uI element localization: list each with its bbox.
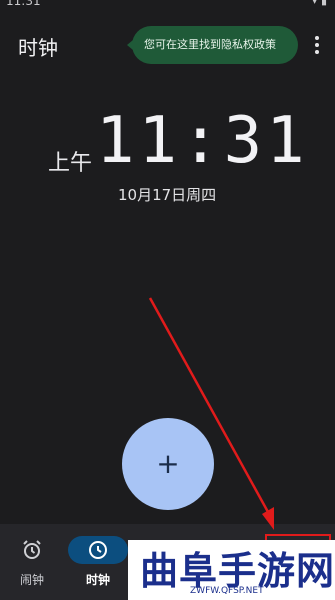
clock-time: 11:31 (96, 104, 309, 178)
watermark-url: ZWFW.QFSP.NET (190, 586, 264, 596)
nav-label-alarm: 闹钟 (19, 573, 44, 587)
alarm-icon (23, 540, 41, 559)
ampm-label: 上午 (48, 151, 93, 176)
more-dot-icon (315, 36, 319, 40)
privacy-tooltip[interactable]: 您可在这里找到隐私权政策 (127, 26, 298, 64)
clock-icon (89, 541, 107, 559)
add-city-button[interactable]: + (122, 418, 214, 510)
nav-item-clock[interactable]: 时钟 (66, 536, 130, 588)
more-dot-icon (315, 50, 319, 54)
clock-date: 10月17日周四 (118, 186, 217, 204)
annotation-arrow (148, 297, 274, 530)
nav-item-alarm[interactable]: 闹钟 (0, 536, 64, 588)
status-time: 11:31 (6, 0, 41, 8)
app-title: 时钟 (18, 36, 58, 60)
status-icons: ▾ ▮ (311, 0, 327, 7)
more-dot-icon (315, 43, 319, 47)
nav-label-clock: 时钟 (85, 573, 110, 587)
nav-icon-wrap (2, 536, 62, 564)
nav-icon-wrap (68, 536, 128, 564)
more-options-button[interactable] (309, 34, 325, 58)
status-bar: 11:31 ▾ ▮ (0, 0, 335, 12)
